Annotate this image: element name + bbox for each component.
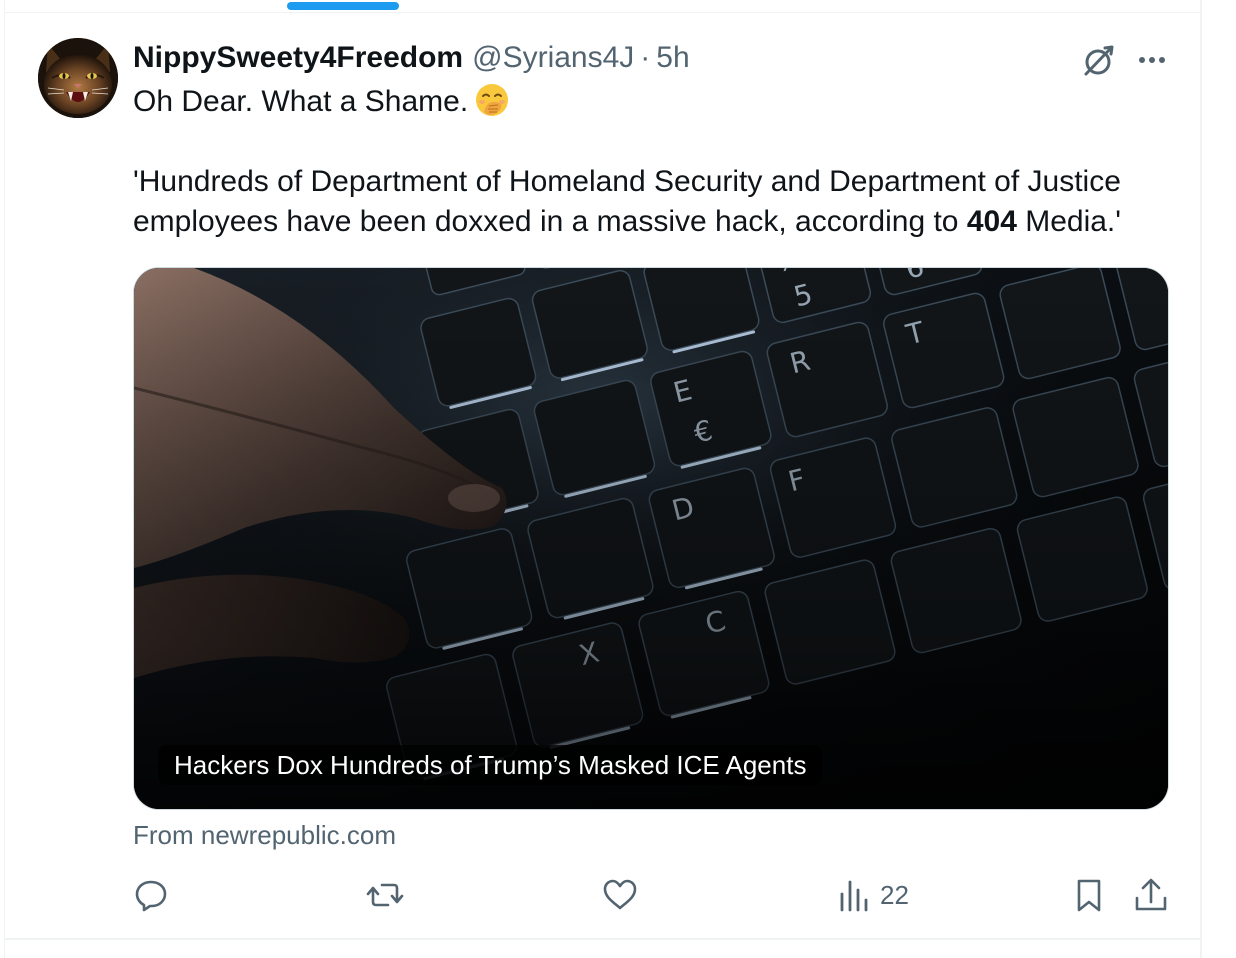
reply-icon xyxy=(135,880,167,912)
reply-button[interactable] xyxy=(132,872,170,918)
more-options-icon[interactable] xyxy=(1132,40,1172,80)
post-text: Oh Dear. What a Shame. 'Hundreds of Depa… xyxy=(133,82,1183,242)
bookmark-button[interactable] xyxy=(1070,872,1108,918)
card-image: % 5 & 6 E € R T D F X C F5 F6 xyxy=(134,268,1168,809)
post-header: NippySweety4Freedom @Syrians4J · 5h xyxy=(133,38,690,78)
post-divider-top xyxy=(4,12,1202,13)
repost-icon xyxy=(366,883,404,907)
views-icon xyxy=(840,880,868,912)
post-text-quote: 'Hundreds of Department of Homeland Secu… xyxy=(133,165,1121,238)
post-container: NippySweety4Freedom @Syrians4J · 5h Oh D… xyxy=(0,0,1236,958)
timeline-border-left xyxy=(4,0,5,958)
header-actions xyxy=(1078,38,1172,82)
display-name[interactable]: NippySweety4Freedom xyxy=(133,38,463,78)
user-handle[interactable]: @Syrians4J xyxy=(472,38,634,78)
bookmark-icon xyxy=(1077,879,1101,912)
post-timestamp[interactable]: 5h xyxy=(656,38,689,78)
post-text-line1: Oh Dear. What a Shame. xyxy=(133,82,1183,122)
views-button[interactable]: 22 xyxy=(836,872,909,918)
views-count: 22 xyxy=(880,880,909,910)
face-with-hand-over-mouth-icon xyxy=(476,84,509,116)
card-title[interactable]: Hackers Dox Hundreds of Trump’s Masked I… xyxy=(158,745,823,785)
post-divider-bottom xyxy=(4,938,1202,940)
avatar[interactable] xyxy=(38,38,118,118)
separator-dot: · xyxy=(640,41,651,74)
share-icon xyxy=(1135,878,1167,911)
card-source-domain[interactable]: From newrepublic.com xyxy=(133,815,396,855)
link-preview-card[interactable]: % 5 & 6 E € R T D F X C F5 F6 xyxy=(133,267,1169,810)
like-icon xyxy=(603,879,637,910)
cat-avatar-image xyxy=(38,38,118,118)
repost-button[interactable] xyxy=(366,872,404,918)
like-button[interactable] xyxy=(601,872,639,918)
share-button[interactable] xyxy=(1132,872,1170,918)
timeline-border-right xyxy=(1200,0,1202,958)
active-tab-indicator xyxy=(287,2,399,10)
grok-icon[interactable] xyxy=(1078,40,1118,80)
